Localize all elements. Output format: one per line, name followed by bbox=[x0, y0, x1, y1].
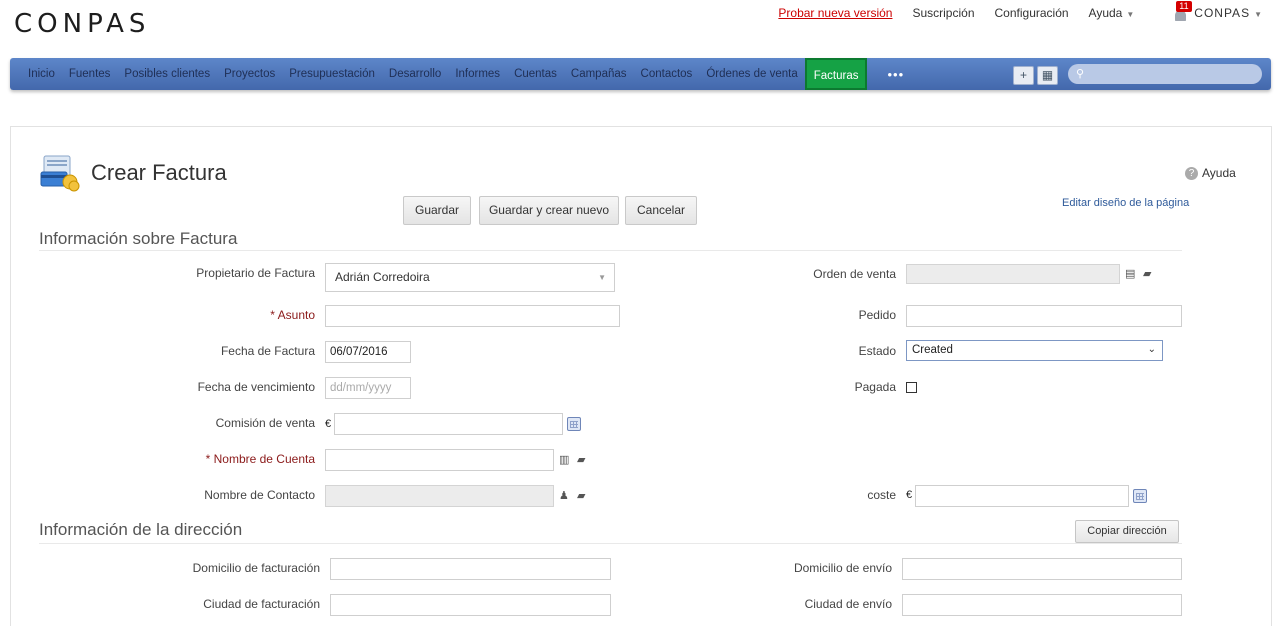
save-button[interactable]: Guardar bbox=[403, 196, 471, 225]
contact-lookup-icon[interactable]: ♟ bbox=[559, 490, 573, 502]
edit-layout-link[interactable]: Editar diseño de la página bbox=[1062, 197, 1189, 209]
cancel-button[interactable]: Cancelar bbox=[625, 196, 697, 225]
page-title: Crear Factura bbox=[91, 160, 227, 185]
paid-checkbox[interactable] bbox=[906, 382, 917, 393]
nav-item-presupuestacion[interactable]: Presupuestación bbox=[289, 68, 375, 80]
billing-street-input[interactable] bbox=[330, 558, 611, 580]
account-name-input[interactable] bbox=[325, 449, 554, 471]
order-input[interactable] bbox=[906, 305, 1182, 327]
chevron-down-icon: ▼ bbox=[1126, 10, 1135, 19]
main-nav: Inicio Fuentes Posibles clientes Proyect… bbox=[10, 58, 1271, 90]
section-divider bbox=[39, 250, 1182, 251]
nav-more-icon[interactable]: ••• bbox=[887, 67, 904, 82]
user-menu[interactable]: CONPAS ▼ bbox=[1194, 6, 1263, 20]
due-date-input[interactable]: dd/mm/yyyy bbox=[325, 377, 411, 399]
due-date-placeholder: dd/mm/yyyy bbox=[330, 382, 392, 394]
nav-item-campanas[interactable]: Campañas bbox=[571, 68, 627, 80]
contact-name-input[interactable] bbox=[325, 485, 554, 507]
sales-order-lookup-icon[interactable]: ▤ bbox=[1125, 268, 1139, 280]
owner-label: Propietario de Factura bbox=[196, 266, 315, 280]
shipping-city-input[interactable] bbox=[902, 594, 1182, 616]
account-lookup-icon[interactable]: ▥ bbox=[559, 454, 573, 466]
notifications-bell-icon[interactable]: 11 bbox=[1154, 1, 1192, 21]
currency-symbol: € bbox=[325, 418, 332, 430]
nav-item-contactos[interactable]: Contactos bbox=[641, 68, 693, 80]
nav-item-fuentes[interactable]: Fuentes bbox=[69, 68, 111, 80]
calendar-icon[interactable]: ▦ bbox=[1037, 66, 1058, 85]
commission-input[interactable] bbox=[334, 413, 563, 435]
help-menu[interactable]: Ayuda ▼ bbox=[1089, 6, 1135, 20]
invoice-date-label: Fecha de Factura bbox=[220, 344, 315, 358]
subscription-link[interactable]: Suscripción bbox=[912, 6, 974, 20]
user-menu-logo: CONPAS bbox=[1194, 6, 1251, 20]
calculator-icon[interactable] bbox=[567, 417, 581, 431]
search-input[interactable]: ⚲ bbox=[1068, 64, 1262, 84]
save-and-new-button[interactable]: Guardar y crear nuevo bbox=[479, 196, 619, 225]
invoice-date-input[interactable]: 06/07/2016 bbox=[325, 341, 411, 363]
chevron-down-icon: ⌄ bbox=[1147, 344, 1156, 355]
cost-input[interactable] bbox=[915, 485, 1129, 507]
subject-label-text: Asunto bbox=[277, 308, 315, 322]
shipping-street-input[interactable] bbox=[902, 558, 1182, 580]
subject-label: * Asunto bbox=[270, 308, 315, 322]
cost-label: coste bbox=[867, 488, 896, 502]
nav-item-informes[interactable]: Informes bbox=[455, 68, 500, 80]
top-links: Probar nueva versión Suscripción Configu… bbox=[778, 1, 1263, 21]
app-logo[interactable]: CONPAS bbox=[14, 9, 150, 39]
nav-item-desarrollo[interactable]: Desarrollo bbox=[389, 68, 441, 80]
help-menu-label: Ayuda bbox=[1088, 6, 1123, 20]
sales-order-label: Orden de venta bbox=[813, 267, 896, 281]
eraser-icon[interactable]: ▰ bbox=[1143, 268, 1157, 280]
nav-item-proyectos[interactable]: Proyectos bbox=[224, 68, 275, 80]
owner-select[interactable]: Adrián Corredoira ▼ bbox=[325, 263, 615, 292]
invoice-module-icon bbox=[40, 154, 80, 192]
invoice-info-section-title: Información sobre Factura bbox=[39, 229, 238, 248]
eraser-icon[interactable]: ▰ bbox=[577, 454, 591, 466]
help-link-label: Ayuda bbox=[1202, 166, 1236, 180]
section-divider bbox=[39, 543, 1182, 544]
billing-city-input[interactable] bbox=[330, 594, 611, 616]
shipping-street-label: Domicilio de envío bbox=[793, 561, 892, 575]
shipping-city-label: Ciudad de envío bbox=[804, 597, 892, 611]
help-icon: ? bbox=[1185, 166, 1198, 180]
help-link[interactable]: ? Ayuda bbox=[1185, 166, 1236, 180]
status-select[interactable]: Created ⌄ bbox=[906, 340, 1163, 361]
nav-item-posibles-clientes[interactable]: Posibles clientes bbox=[124, 68, 210, 80]
nav-item-ordenes-de-venta[interactable]: Órdenes de venta bbox=[706, 68, 797, 80]
quick-create-button[interactable]: + bbox=[1013, 66, 1034, 85]
order-label: Pedido bbox=[858, 308, 896, 322]
configuration-link[interactable]: Configuración bbox=[995, 6, 1069, 20]
address-section-title: Información de la dirección bbox=[39, 520, 243, 539]
sales-order-input[interactable] bbox=[906, 264, 1120, 284]
status-select-value: Created bbox=[912, 344, 953, 356]
account-name-label: * Nombre de Cuenta bbox=[205, 452, 315, 466]
copy-address-button[interactable]: Copiar dirección bbox=[1075, 520, 1179, 543]
paid-label: Pagada bbox=[854, 380, 896, 394]
search-icon: ⚲ bbox=[1076, 68, 1085, 80]
nav-item-facturas[interactable]: Facturas bbox=[804, 58, 868, 90]
commission-label: Comisión de venta bbox=[215, 416, 315, 430]
due-date-label: Fecha de vencimiento bbox=[197, 380, 315, 394]
subject-input[interactable] bbox=[325, 305, 620, 327]
nav-item-cuentas[interactable]: Cuentas bbox=[514, 68, 557, 80]
owner-select-value: Adrián Corredoira bbox=[335, 270, 430, 284]
eraser-icon[interactable]: ▰ bbox=[577, 490, 591, 502]
calculator-icon[interactable] bbox=[1133, 489, 1147, 503]
chevron-down-icon: ▼ bbox=[1254, 10, 1263, 19]
status-label: Estado bbox=[858, 344, 896, 358]
currency-symbol: € bbox=[906, 489, 913, 501]
billing-street-label: Domicilio de facturación bbox=[192, 561, 320, 575]
chevron-down-icon: ▼ bbox=[598, 273, 606, 282]
nav-item-inicio[interactable]: Inicio bbox=[28, 68, 55, 80]
contact-name-label: Nombre de Contacto bbox=[204, 488, 315, 502]
try-new-version-link[interactable]: Probar nueva versión bbox=[778, 6, 892, 20]
account-name-label-text: Nombre de Cuenta bbox=[213, 452, 315, 466]
billing-city-label: Ciudad de facturación bbox=[203, 597, 320, 611]
notifications-badge: 11 bbox=[1176, 1, 1192, 12]
